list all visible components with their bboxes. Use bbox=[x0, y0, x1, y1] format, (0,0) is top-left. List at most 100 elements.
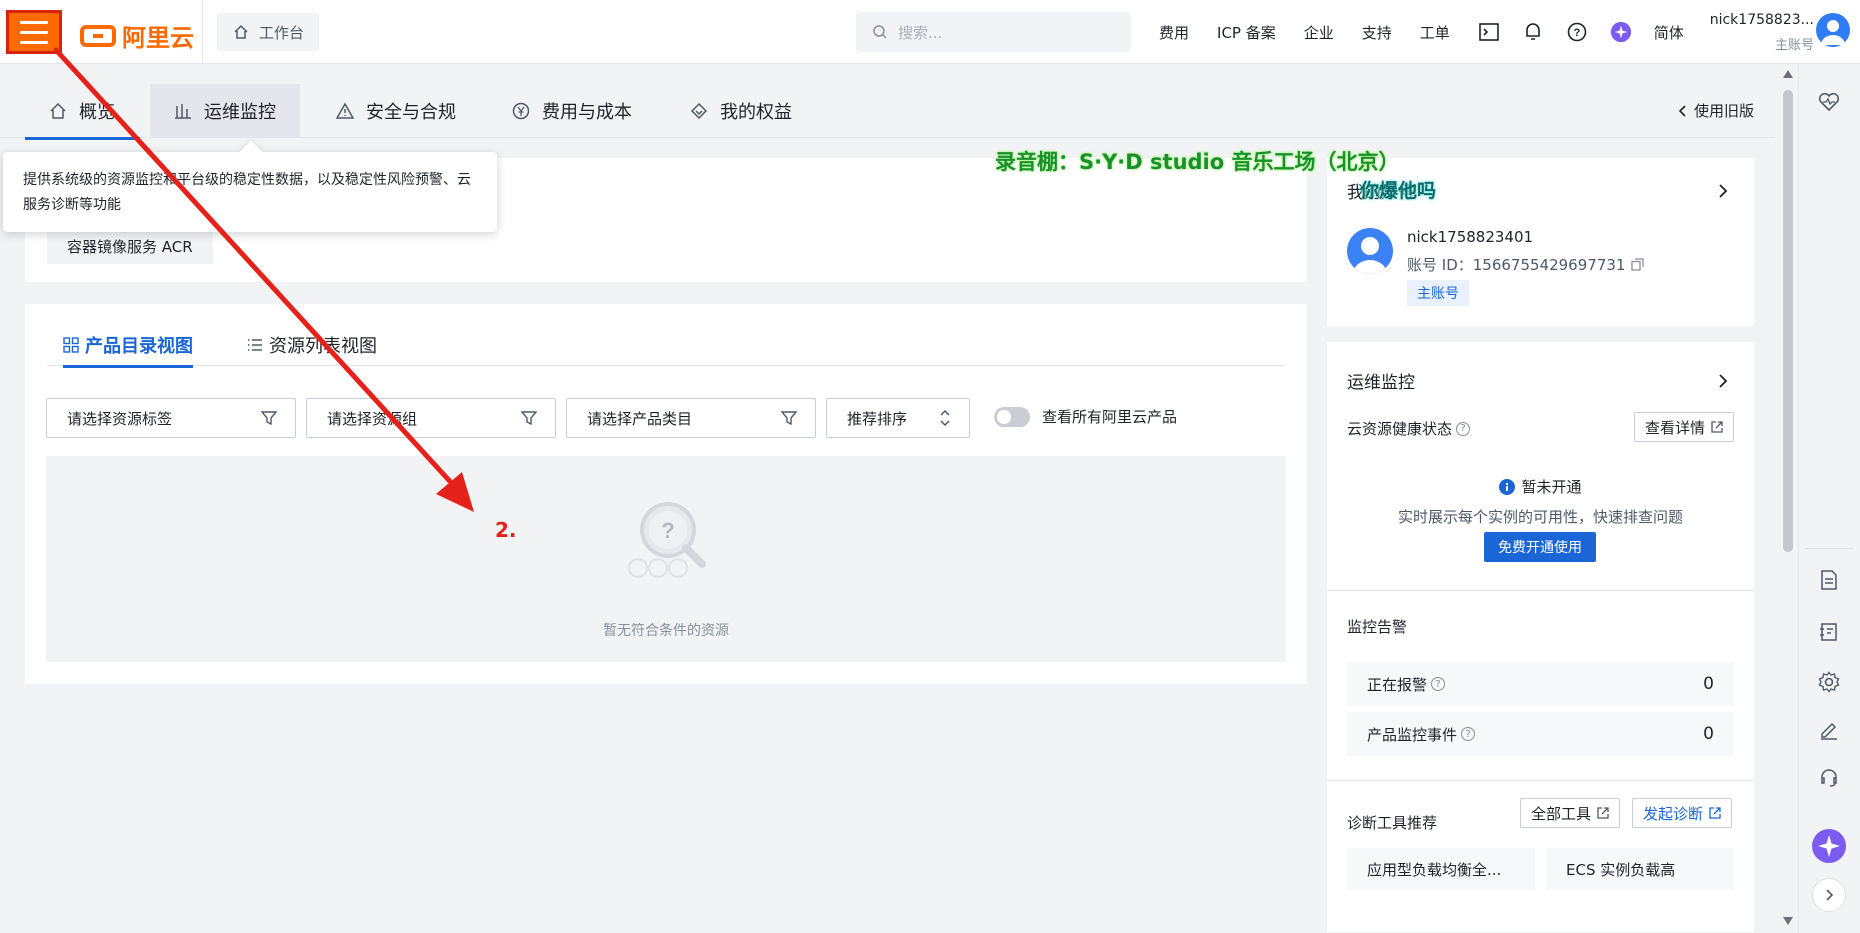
svg-text:?: ? bbox=[661, 518, 674, 543]
right-tool-rail bbox=[1798, 64, 1860, 933]
ops-title: 运维监控 bbox=[1347, 373, 1415, 393]
scroll-down-icon[interactable] bbox=[1783, 917, 1793, 925]
external-link-icon bbox=[1597, 807, 1609, 819]
svg-text:?: ? bbox=[1573, 27, 1580, 39]
user-info[interactable]: nick1758823... 主账号 bbox=[1702, 12, 1814, 53]
copy-icon[interactable] bbox=[1631, 258, 1645, 271]
alarm-row-active[interactable]: 正在报警? 0 bbox=[1347, 662, 1734, 706]
nav-ticket[interactable]: 工单 bbox=[1420, 22, 1450, 43]
tab-product-catalog-view[interactable]: 产品目录视图 bbox=[63, 324, 193, 368]
diagnosis-title: 诊断工具推荐 bbox=[1347, 814, 1438, 832]
document-icon[interactable] bbox=[1817, 568, 1841, 592]
chevron-right-icon bbox=[1826, 889, 1834, 901]
old-version-link[interactable]: 使用旧版 bbox=[1678, 100, 1754, 121]
bar-chart-icon bbox=[175, 104, 191, 119]
ai-assistant-icon[interactable] bbox=[1610, 21, 1632, 43]
menu-icon bbox=[20, 20, 48, 24]
empty-state: ? 暂无符合条件的资源 bbox=[46, 456, 1286, 662]
view-details-button[interactable]: 查看详情 bbox=[1633, 412, 1734, 442]
product-tag-acr[interactable]: 容器镜像服务 ACR bbox=[47, 228, 213, 264]
tool-card-ecs[interactable]: ECS 实例负载高 bbox=[1546, 848, 1734, 890]
show-all-products-toggle[interactable]: 查看所有阿里云产品 bbox=[994, 406, 1177, 427]
info-icon bbox=[1499, 478, 1516, 495]
terminal-icon[interactable] bbox=[1478, 21, 1500, 43]
language-switch[interactable]: 简体 bbox=[1654, 22, 1684, 43]
account-id: 账号 ID： 1566755429697731 bbox=[1407, 254, 1645, 275]
sort-icon bbox=[940, 409, 950, 427]
resources-card: 产品目录视图 资源列表视图 请选择资源标签 请选择资源组 请选择产品类目 推荐排… bbox=[25, 304, 1307, 684]
not-activated-status: 暂未开通 bbox=[1327, 476, 1754, 497]
scroll-up-icon[interactable] bbox=[1783, 70, 1793, 78]
watermark-text: 录音棚：S·Y·D studio 音乐工场（北京） bbox=[995, 150, 1400, 174]
home-icon bbox=[50, 102, 66, 119]
account-avatar bbox=[1347, 228, 1393, 274]
health-heart-icon[interactable] bbox=[1817, 90, 1841, 114]
aliyun-logo[interactable]: 阿里云 bbox=[80, 18, 194, 53]
alarm-title: 监控告警 bbox=[1347, 618, 1408, 636]
avatar[interactable] bbox=[1816, 13, 1850, 47]
start-diagnosis-button[interactable]: 发起诊断 bbox=[1632, 798, 1733, 828]
resource-tag-select[interactable]: 请选择资源标签 bbox=[46, 398, 296, 438]
external-link-icon bbox=[1711, 421, 1723, 433]
resource-group-select[interactable]: 请选择资源组 bbox=[306, 398, 556, 438]
sort-select[interactable]: 推荐排序 bbox=[826, 398, 970, 438]
ai-assistant-icon[interactable] bbox=[1811, 828, 1847, 864]
search-icon bbox=[873, 25, 887, 39]
yen-icon bbox=[512, 102, 530, 120]
toggle-switch[interactable] bbox=[994, 406, 1030, 427]
record-icon[interactable] bbox=[1817, 620, 1841, 644]
account-name: nick1758823401 bbox=[1407, 228, 1534, 246]
top-bar: 阿里云 工作台 搜索... 费用 ICP 备案 企业 支持 工单 ? 简体 ni… bbox=[0, 0, 1860, 64]
help-icon[interactable]: ? bbox=[1431, 677, 1446, 691]
aliyun-logo-icon bbox=[80, 24, 116, 47]
chevron-right-icon[interactable] bbox=[1716, 184, 1730, 198]
workbench-button[interactable]: 工作台 bbox=[217, 13, 319, 51]
ops-monitor-card: 运维监控 云资源健康状态? 查看详情 暂未开通 实时展示每个实例的可用性，快速排… bbox=[1327, 342, 1754, 932]
nav-enterprise[interactable]: 企业 bbox=[1304, 22, 1334, 43]
expand-rail-button[interactable] bbox=[1812, 878, 1846, 912]
list-icon bbox=[248, 339, 262, 351]
help-icon[interactable]: ? bbox=[1461, 727, 1476, 741]
tab-security-compliance[interactable]: 安全与合规 bbox=[312, 84, 480, 138]
gear-icon[interactable] bbox=[1817, 670, 1841, 694]
hamburger-menu-button[interactable] bbox=[6, 10, 62, 54]
external-link-icon bbox=[1709, 807, 1721, 819]
help-icon[interactable]: ? bbox=[1566, 21, 1588, 43]
all-tools-button[interactable]: 全部工具 bbox=[1520, 798, 1621, 828]
edit-icon[interactable] bbox=[1817, 718, 1841, 742]
nav-support[interactable]: 支持 bbox=[1362, 22, 1392, 43]
health-status-label: 云资源健康状态? bbox=[1347, 418, 1471, 439]
warning-icon bbox=[336, 102, 354, 119]
nav-fee[interactable]: 费用 bbox=[1159, 22, 1189, 43]
main-account-badge: 主账号 bbox=[1407, 280, 1469, 306]
alarm-row-events[interactable]: 产品监控事件? 0 bbox=[1347, 712, 1734, 756]
bell-icon[interactable] bbox=[1522, 21, 1544, 43]
main-tabs: 概览 运维监控 安全与合规 费用与成本 我的权益 使用旧版 bbox=[0, 78, 1774, 140]
tab-overview[interactable]: 概览 bbox=[25, 84, 140, 140]
customer-service-icon[interactable] bbox=[1817, 766, 1841, 790]
chevron-left-icon bbox=[1678, 104, 1686, 117]
filter-icon bbox=[781, 411, 797, 426]
search-input[interactable]: 搜索... bbox=[856, 12, 1131, 52]
top-nav: 费用 ICP 备案 企业 支持 工单 ? 简体 bbox=[1159, 0, 1712, 64]
view-tabs: 产品目录视图 资源列表视图 bbox=[47, 324, 1285, 368]
tab-cost[interactable]: 费用与成本 bbox=[488, 84, 656, 138]
tab-resource-list-view[interactable]: 资源列表视图 bbox=[247, 324, 377, 366]
grid-icon bbox=[63, 337, 79, 353]
step-number-label: 2. bbox=[495, 518, 517, 542]
home-icon bbox=[234, 24, 248, 39]
nav-icp[interactable]: ICP 备案 bbox=[1217, 22, 1276, 43]
activate-free-button[interactable]: 免费开通使用 bbox=[1484, 532, 1596, 562]
filter-icon bbox=[521, 411, 537, 426]
ops-monitor-tooltip: 提供系统级的资源监控和平台级的稳定性数据，以及稳定性风险预警、云服务诊断等功能 bbox=[3, 152, 497, 232]
tool-card-alb[interactable]: 应用型负载均衡全... bbox=[1347, 848, 1535, 890]
diamond-icon bbox=[690, 102, 708, 120]
watermark-text-2: 你爆他吗 bbox=[1360, 180, 1437, 202]
health-description: 实时展示每个实例的可用性，快速排查问题 bbox=[1397, 508, 1683, 526]
product-category-select[interactable]: 请选择产品类目 bbox=[566, 398, 816, 438]
tab-benefits[interactable]: 我的权益 bbox=[666, 84, 816, 138]
chevron-right-icon[interactable] bbox=[1716, 374, 1730, 388]
tab-ops-monitor[interactable]: 运维监控 bbox=[150, 84, 300, 138]
help-icon[interactable]: ? bbox=[1456, 421, 1471, 436]
scrollbar-thumb[interactable] bbox=[1783, 90, 1793, 552]
